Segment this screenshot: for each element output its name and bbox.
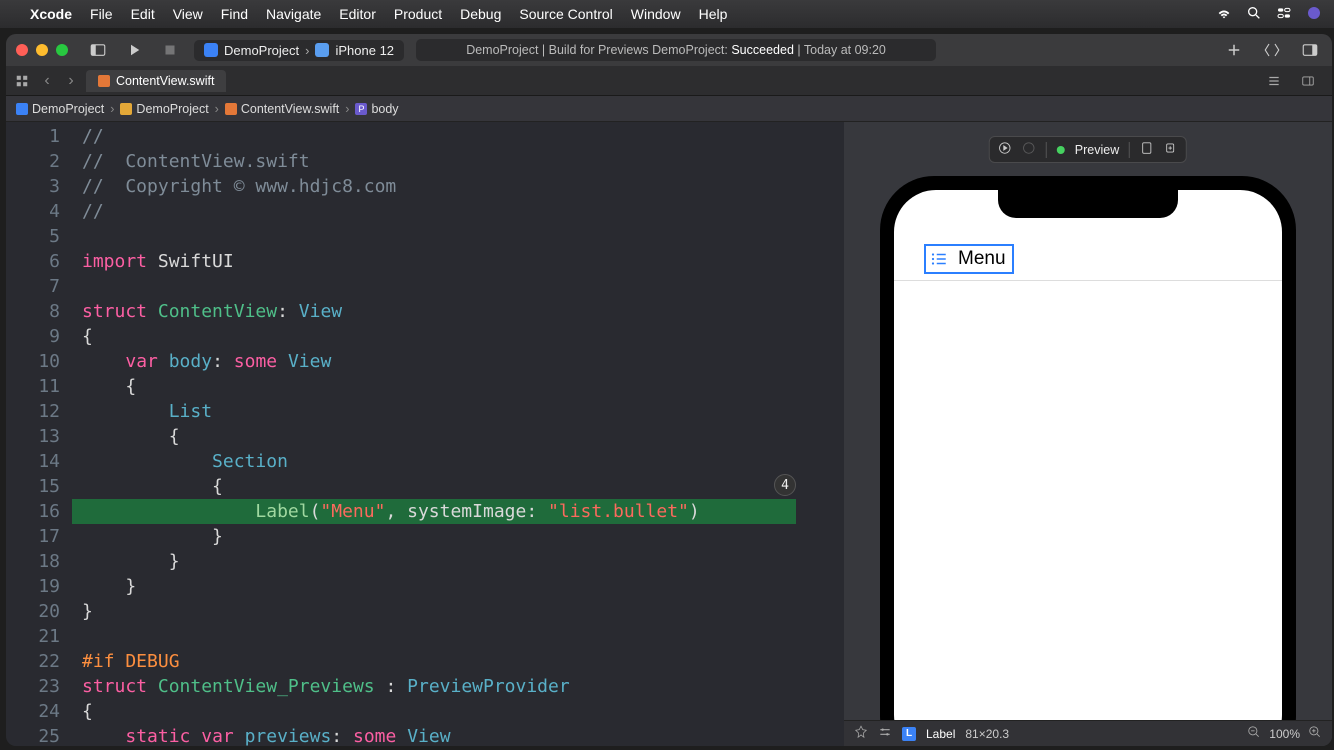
- nav-forward-icon[interactable]: ›: [62, 69, 80, 93]
- canvas-toolbar: Preview: [989, 136, 1187, 163]
- zoom-in-icon[interactable]: [1308, 725, 1322, 742]
- preview-on-device-icon[interactable]: [1022, 141, 1036, 158]
- line-gutter: 1234567891011121314151617181920212223242…: [6, 122, 72, 746]
- minimize-window-button[interactable]: [36, 44, 48, 56]
- selected-element-size: 81×20.3: [965, 727, 1009, 741]
- editor-layout-icon[interactable]: [1262, 69, 1286, 93]
- swiftui-canvas: Preview Menu L Label: [844, 122, 1332, 746]
- siri-icon[interactable]: [1306, 5, 1322, 24]
- chevron-right-icon: ›: [110, 102, 114, 116]
- menubar-item-debug[interactable]: Debug: [460, 6, 501, 22]
- status-result: Succeeded: [731, 43, 794, 57]
- menubar-item-source-control[interactable]: Source Control: [519, 6, 612, 22]
- swift-file-icon: [98, 75, 110, 87]
- menubar-item-navigate[interactable]: Navigate: [266, 6, 321, 22]
- folder-icon: [120, 103, 132, 115]
- zoom-window-button[interactable]: [56, 44, 68, 56]
- editor-tabbar: ‹ › ContentView.swift: [6, 66, 1332, 96]
- code-editor[interactable]: 1234567891011121314151617181920212223242…: [6, 122, 844, 746]
- related-items-icon[interactable]: [12, 69, 32, 93]
- menubar-item-window[interactable]: Window: [631, 6, 681, 22]
- xcode-toolbar: DemoProject › iPhone 12 DemoProject | Bu…: [6, 34, 1332, 66]
- window-traffic-lights[interactable]: [16, 44, 68, 56]
- spotlight-icon[interactable]: [1246, 5, 1262, 24]
- preview-label-element[interactable]: Menu: [924, 244, 1014, 274]
- zoom-out-icon[interactable]: [1247, 725, 1261, 742]
- chevron-right-icon: ›: [305, 43, 309, 58]
- preview-label: Preview: [1075, 143, 1119, 157]
- status-prefix: DemoProject | Build for Previews DemoPro…: [466, 43, 731, 57]
- toggle-navigator-icon[interactable]: [86, 38, 110, 62]
- iphone-screen[interactable]: Menu: [894, 190, 1282, 746]
- status-time: | Today at 09:20: [794, 43, 886, 57]
- property-icon: P: [355, 103, 367, 115]
- toggle-inspector-icon[interactable]: [1298, 38, 1322, 62]
- device-icon: [315, 43, 329, 57]
- scheme-device-label: iPhone 12: [335, 43, 394, 58]
- stop-button[interactable]: [158, 38, 182, 62]
- code-review-icon[interactable]: [1260, 38, 1284, 62]
- label-type-icon: L: [902, 727, 916, 741]
- preview-status-dot: [1057, 146, 1065, 154]
- iphone-preview-frame: Menu: [880, 176, 1296, 746]
- code-content[interactable]: //// ContentView.swift// Copyright © www…: [82, 124, 844, 746]
- main-editor-area: 1234567891011121314151617181920212223242…: [6, 122, 1332, 746]
- adjust-preview-icon[interactable]: [878, 725, 892, 742]
- menubar-item-find[interactable]: Find: [221, 6, 248, 22]
- zoom-level[interactable]: 100%: [1269, 727, 1300, 741]
- menubar-item-help[interactable]: Help: [699, 6, 728, 22]
- project-icon: [204, 43, 218, 57]
- menubar-app-name[interactable]: Xcode: [30, 6, 72, 22]
- duplicate-preview-icon[interactable]: [1164, 141, 1178, 158]
- list-bullet-icon: [930, 250, 948, 268]
- preview-menu-text: Menu: [958, 248, 1006, 270]
- jumpbar-seg-4[interactable]: Pbody: [355, 102, 398, 116]
- menubar-item-file[interactable]: File: [90, 6, 113, 22]
- chevron-right-icon: ›: [215, 102, 219, 116]
- canvas-bottom-bar: L Label 81×20.3 100%: [844, 720, 1332, 746]
- inspect-preview-icon[interactable]: [1140, 141, 1154, 158]
- menubar-item-edit[interactable]: Edit: [131, 6, 155, 22]
- menubar-item-editor[interactable]: Editor: [339, 6, 376, 22]
- close-window-button[interactable]: [16, 44, 28, 56]
- nav-back-icon[interactable]: ‹: [38, 69, 56, 93]
- run-button[interactable]: [122, 38, 146, 62]
- selected-element-type: Label: [926, 727, 955, 741]
- jumpbar-seg-3[interactable]: ContentView.swift: [225, 102, 339, 116]
- wifi-icon[interactable]: [1216, 5, 1232, 24]
- control-center-icon[interactable]: [1276, 5, 1292, 24]
- jumpbar[interactable]: DemoProject › DemoProject › ContentView.…: [6, 96, 1332, 122]
- chevron-right-icon: ›: [345, 102, 349, 116]
- iphone-notch: [998, 190, 1178, 218]
- list-separator: [894, 280, 1282, 281]
- build-status[interactable]: DemoProject | Build for Previews DemoPro…: [416, 39, 936, 61]
- adjust-editor-icon[interactable]: [1296, 69, 1320, 93]
- pin-preview-icon[interactable]: [854, 725, 868, 742]
- scheme-project-label: DemoProject: [224, 43, 299, 58]
- menubar-item-product[interactable]: Product: [394, 6, 442, 22]
- macos-menubar: Xcode File Edit View Find Navigate Edito…: [0, 0, 1334, 28]
- add-editor-icon[interactable]: [1222, 38, 1246, 62]
- project-icon: [16, 103, 28, 115]
- menubar-item-view[interactable]: View: [173, 6, 203, 22]
- scheme-selector[interactable]: DemoProject › iPhone 12: [194, 40, 404, 61]
- live-preview-icon[interactable]: [998, 141, 1012, 158]
- jumpbar-seg-2[interactable]: DemoProject: [120, 102, 208, 116]
- jumpbar-seg-1[interactable]: DemoProject: [16, 102, 104, 116]
- xcode-window: DemoProject › iPhone 12 DemoProject | Bu…: [6, 34, 1332, 746]
- tab-filename: ContentView.swift: [116, 74, 214, 88]
- swift-file-icon: [225, 103, 237, 115]
- editor-tab[interactable]: ContentView.swift: [86, 70, 226, 92]
